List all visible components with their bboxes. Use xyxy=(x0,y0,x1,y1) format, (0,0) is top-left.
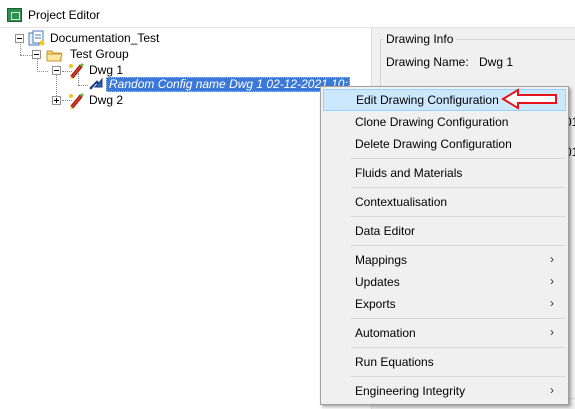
menu-item-label: Exports xyxy=(355,297,396,311)
tree-label-dwg1: Dwg 1 xyxy=(89,63,124,77)
chevron-right-icon: › xyxy=(550,296,554,310)
collapse-toggle[interactable] xyxy=(15,34,24,43)
folder-icon xyxy=(46,50,63,62)
drawing-name-label: Drawing Name: xyxy=(386,55,469,69)
menu-item-label: Engineering Integrity xyxy=(355,384,466,398)
menu-item-updates[interactable]: Updates › xyxy=(323,271,566,293)
menu-item-engineering-integrity[interactable]: Engineering Integrity › xyxy=(323,380,566,402)
menu-item-contextualisation[interactable]: Contextualisation xyxy=(323,191,566,213)
app-icon xyxy=(7,8,22,22)
annotation-arrow-icon xyxy=(501,88,557,110)
project-icon xyxy=(28,30,45,46)
menu-item-label: Edit Drawing Configuration xyxy=(356,93,499,107)
tree-label-config: Random Config name Dwg 1 02-12-2021 10:3… xyxy=(106,77,350,92)
menu-item-label: Contextualisation xyxy=(355,195,448,209)
drawing-name-value: Dwg 1 xyxy=(479,55,514,69)
menu-separator xyxy=(351,158,565,159)
menu-item-label: Clone Drawing Configuration xyxy=(355,115,509,129)
menu-item-label: Updates xyxy=(355,275,400,289)
menu-item-exports[interactable]: Exports › xyxy=(323,293,566,315)
menu-separator xyxy=(351,216,565,217)
menu-item-label: Mappings xyxy=(355,253,408,267)
menu-separator xyxy=(351,187,565,188)
menu-item-mappings[interactable]: Mappings › xyxy=(323,249,566,271)
menu-item-label: Fluids and Materials xyxy=(355,166,463,180)
menu-separator xyxy=(351,376,565,377)
menu-item-automation[interactable]: Automation › xyxy=(323,322,566,344)
chevron-right-icon: › xyxy=(550,325,554,339)
title-bar: Project Editor xyxy=(0,0,575,28)
tree-label-dwg2: Dwg 2 xyxy=(89,93,124,107)
window-title: Project Editor xyxy=(28,8,101,22)
menu-item-delete-configuration[interactable]: Delete Drawing Configuration xyxy=(323,133,566,155)
chevron-right-icon: › xyxy=(550,383,554,397)
menu-separator xyxy=(351,318,565,319)
drawing-info-title: Drawing Info xyxy=(383,32,457,46)
chevron-right-icon: › xyxy=(550,274,554,288)
menu-item-run-equations[interactable]: Run Equations xyxy=(323,351,566,373)
expand-toggle[interactable] xyxy=(52,96,61,105)
tree-node-dwg2[interactable]: Dwg 2 xyxy=(0,93,170,109)
project-tree[interactable]: Documentation_Test Test Group Dwg 1 Rand… xyxy=(0,28,372,409)
drawing-icon xyxy=(69,93,84,109)
menu-item-label: Data Editor xyxy=(355,224,416,238)
menu-item-data-editor[interactable]: Data Editor xyxy=(323,220,566,242)
menu-separator xyxy=(351,245,565,246)
tree-label-group: Test Group xyxy=(70,47,129,61)
tree-label-root: Documentation_Test xyxy=(50,31,160,45)
menu-separator xyxy=(351,347,565,348)
collapse-toggle[interactable] xyxy=(52,66,61,75)
configuration-icon xyxy=(89,78,103,90)
menu-item-fluids-materials[interactable]: Fluids and Materials xyxy=(323,162,566,184)
chevron-right-icon: › xyxy=(550,252,554,266)
tree-node-root[interactable]: Documentation_Test xyxy=(0,30,170,47)
tree-node-config[interactable]: Random Config name Dwg 1 02-12-2021 10:3… xyxy=(0,77,372,93)
menu-item-label: Run Equations xyxy=(355,355,434,369)
menu-item-clone-configuration[interactable]: Clone Drawing Configuration xyxy=(323,111,566,133)
menu-item-label: Delete Drawing Configuration xyxy=(355,137,512,151)
menu-item-label: Automation xyxy=(355,326,416,340)
context-menu: Edit Drawing Configuration Clone Drawing… xyxy=(320,86,569,405)
collapse-toggle[interactable] xyxy=(32,50,41,59)
tree-node-group[interactable]: Test Group xyxy=(0,47,170,63)
